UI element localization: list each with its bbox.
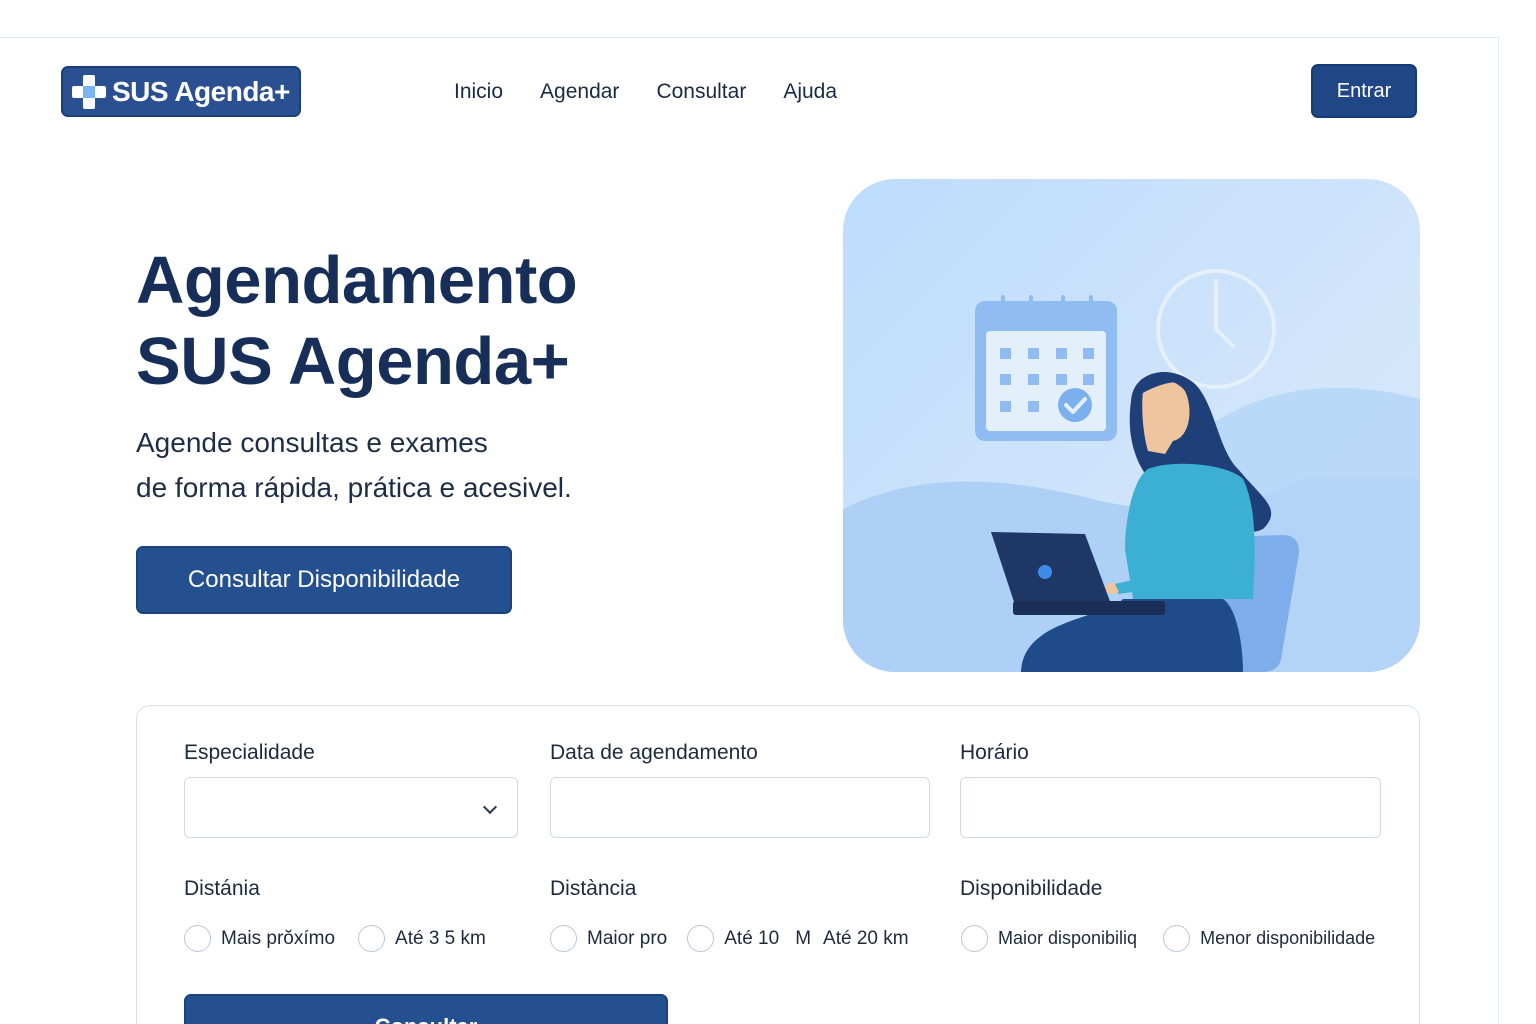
radio-label: Menor disponibilidade bbox=[1200, 928, 1376, 948]
radio-ate-35km[interactable]: Até 3 5 km bbox=[358, 925, 486, 952]
radio-maior-pro[interactable]: Maior pro bbox=[550, 925, 667, 952]
data-agendamento-input[interactable] bbox=[550, 777, 930, 838]
hero-title: Agendamento SUS Agenda+ bbox=[136, 240, 578, 402]
distancia-label-2: Distància bbox=[550, 877, 637, 900]
radio-mais-proximo[interactable]: Mais prŏxímo bbox=[184, 925, 335, 952]
nav-consultar[interactable]: Consultar bbox=[656, 80, 746, 104]
radio-fragment-m: M bbox=[795, 927, 812, 949]
disponibilidade-label: Disponibilidade bbox=[960, 877, 1103, 900]
distancia-radio-group-2: Maior pro Até 10 M Até 20 km bbox=[550, 925, 909, 952]
radio-circle[interactable] bbox=[358, 925, 386, 952]
radio-maior-disponibilidade[interactable]: Maior disponibiliq bbox=[961, 925, 1137, 952]
calendar-icon bbox=[975, 295, 1117, 441]
hero-subtitle-line2: de forma rápida, prática e acesivel. bbox=[136, 472, 572, 503]
radio-label: Maior disponibiliq bbox=[998, 928, 1138, 948]
logo[interactable]: SUS Agenda+ bbox=[61, 66, 301, 117]
hero-illustration bbox=[843, 179, 1420, 672]
search-form-card bbox=[136, 705, 1420, 1024]
radio-circle[interactable] bbox=[550, 925, 577, 952]
disponibilidade-radio-group: Maior disponibiliq Menor disponibilidade bbox=[961, 925, 1375, 952]
radio-ate-20km[interactable]: Até 20 km bbox=[823, 928, 909, 950]
radio-circle[interactable] bbox=[1163, 925, 1191, 952]
hero-title-line2: SUS Agenda+ bbox=[136, 324, 570, 399]
radio-circle[interactable] bbox=[961, 925, 988, 952]
horario-label: Horário bbox=[960, 741, 1029, 764]
nav-ajuda[interactable]: Ajuda bbox=[783, 80, 837, 104]
logo-text: SUS Agenda+ bbox=[112, 75, 290, 107]
consultar-submit-button[interactable]: Consultar bbox=[184, 994, 668, 1024]
radio-circle[interactable] bbox=[687, 925, 715, 952]
horario-input[interactable] bbox=[960, 777, 1381, 838]
nav-inicio[interactable]: Inicio bbox=[454, 80, 503, 104]
radio-menor-disponibilidade[interactable]: Menor disponibilidade bbox=[1163, 925, 1375, 952]
radio-circle[interactable] bbox=[184, 925, 211, 952]
especialidade-label: Especialidade bbox=[184, 741, 315, 764]
clock-icon bbox=[1156, 269, 1276, 389]
hero-subtitle-line1: Agende consultas e exames bbox=[136, 427, 488, 458]
radio-label: Até 10 bbox=[724, 927, 780, 949]
login-button[interactable]: Entrar bbox=[1311, 64, 1417, 118]
hero-subtitle: Agende consultas e exames de forma rápid… bbox=[136, 420, 572, 510]
distancia-radio-group-1: Mais prŏxímo Até 3 5 km bbox=[184, 925, 486, 952]
radio-ate-10[interactable]: Até 10 bbox=[687, 925, 779, 952]
radio-label: Mais prŏxímo bbox=[221, 927, 336, 949]
distancia-label-1: Distánia bbox=[184, 877, 260, 900]
medical-cross-icon bbox=[72, 74, 106, 109]
hero-title-line1: Agendamento bbox=[136, 243, 578, 318]
radio-label: Maior pro bbox=[587, 927, 668, 949]
chevron-down-icon bbox=[482, 799, 498, 815]
check-availability-button[interactable]: Consultar Disponibilidade bbox=[136, 546, 512, 614]
radio-label: Até 3 5 km bbox=[395, 927, 486, 949]
especialidade-select[interactable] bbox=[184, 777, 518, 838]
data-agendamento-label: Data de agendamento bbox=[550, 741, 758, 764]
nav-agendar[interactable]: Agendar bbox=[540, 80, 619, 104]
main-nav: Inicio Agendar Consultar Ajuda bbox=[454, 80, 874, 104]
